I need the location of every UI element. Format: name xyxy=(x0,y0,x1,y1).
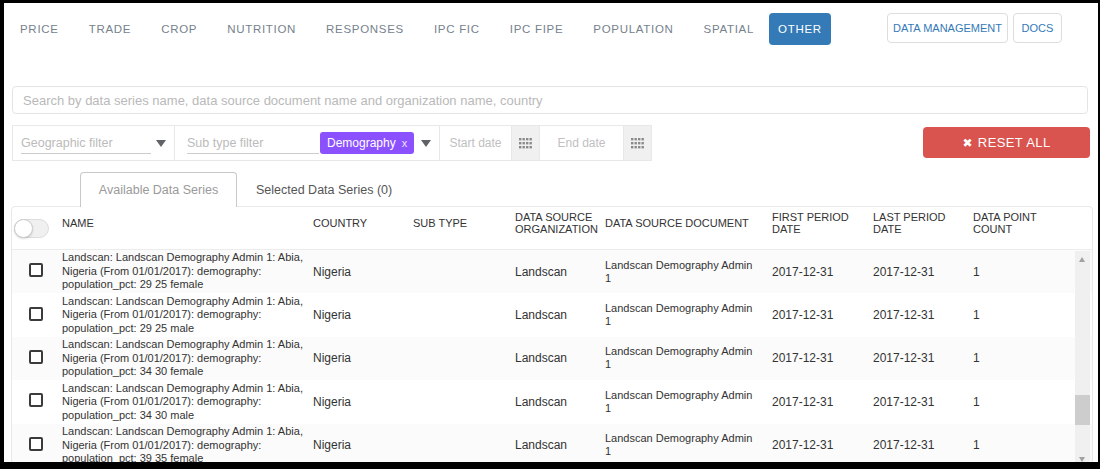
cell-document: Landscan Demography Admin 1 xyxy=(605,389,772,415)
cell-name: Landscan: Landscan Demography Admin 1: A… xyxy=(62,295,313,336)
row-checkbox[interactable] xyxy=(29,393,43,407)
reset-all-button[interactable]: ✖ RESET ALL xyxy=(923,127,1090,158)
cell-organization: Landscan xyxy=(515,265,605,279)
series-tabs: Available Data Series Selected Data Seri… xyxy=(80,172,411,207)
table-row: Landscan: Landscan Demography Admin 1: A… xyxy=(12,293,1092,336)
table-header: NAMECOUNTRYSUB TYPEDATA SOURCE ORGANIZAT… xyxy=(12,207,1092,250)
cell-first-period: 2017-12-31 xyxy=(772,265,873,279)
reset-all-label: RESET ALL xyxy=(978,135,1051,150)
reset-x-icon: ✖ xyxy=(962,136,972,150)
cell-document: Landscan Demography Admin 1 xyxy=(605,345,772,371)
subtype-chip-remove-icon[interactable]: x xyxy=(402,137,408,149)
end-date-calendar-button[interactable] xyxy=(623,126,651,160)
data-series-panel: NAMECOUNTRYSUB TYPEDATA SOURCE ORGANIZAT… xyxy=(11,206,1093,469)
cell-document: Landscan Demography Admin 1 xyxy=(605,432,772,458)
table-row: Landscan: Landscan Demography Admin 1: A… xyxy=(12,337,1092,380)
nav-tab-ipc-fipe[interactable]: IPC FIPE xyxy=(495,13,579,45)
column-header-data-source-organization: DATA SOURCE ORGANIZATION xyxy=(515,211,605,236)
cell-country: Nigeria xyxy=(313,351,413,365)
nav-tab-responses[interactable]: RESPONSES xyxy=(311,13,419,45)
subtype-filter-input[interactable] xyxy=(187,132,319,154)
cell-last-period: 2017-12-31 xyxy=(873,265,973,279)
calendar-icon xyxy=(631,138,644,149)
geographic-filter-dropdown-icon[interactable] xyxy=(156,140,166,147)
row-checkbox[interactable] xyxy=(29,307,43,321)
data-management-button[interactable]: DATA MANAGEMENT xyxy=(887,13,1008,43)
cell-name: Landscan: Landscan Demography Admin 1: A… xyxy=(62,251,313,292)
column-header-data-point-count: DATA POINT COUNT xyxy=(973,211,1051,236)
end-date-placeholder: End date xyxy=(557,136,605,150)
row-checkbox[interactable] xyxy=(29,437,43,451)
cell-last-period: 2017-12-31 xyxy=(873,438,973,452)
cell-name: Landscan: Landscan Demography Admin 1: A… xyxy=(62,425,313,466)
start-date-placeholder: Start date xyxy=(449,136,501,150)
nav-tab-trade[interactable]: TRADE xyxy=(74,13,146,45)
geographic-filter-input[interactable] xyxy=(21,132,151,154)
cell-country: Nigeria xyxy=(313,438,413,452)
calendar-icon xyxy=(519,138,532,149)
cell-first-period: 2017-12-31 xyxy=(772,351,873,365)
nav-tab-population[interactable]: POPULATION xyxy=(578,13,688,45)
subtype-filter-cell: Demography x xyxy=(174,126,439,160)
nav-tab-ipc-fic[interactable]: IPC FIC xyxy=(419,13,495,45)
cell-name: Landscan: Landscan Demography Admin 1: A… xyxy=(62,382,313,423)
column-header-sub-type: SUB TYPE xyxy=(413,217,515,230)
cell-organization: Landscan xyxy=(515,308,605,322)
cell-first-period: 2017-12-31 xyxy=(772,395,873,409)
start-date-calendar-button[interactable] xyxy=(511,126,539,160)
nav-tab-other[interactable]: OTHER xyxy=(769,13,831,45)
nav-tab-crop[interactable]: CROP xyxy=(146,13,212,45)
docs-button[interactable]: DOCS xyxy=(1013,13,1062,43)
cell-document: Landscan Demography Admin 1 xyxy=(605,302,772,328)
geographic-filter-cell xyxy=(13,126,174,160)
cell-first-period: 2017-12-31 xyxy=(772,438,873,452)
toggle-knob xyxy=(14,219,33,238)
cell-name: Landscan: Landscan Demography Admin 1: A… xyxy=(62,338,313,379)
table-row: Landscan: Landscan Demography Admin 1: A… xyxy=(12,424,1092,467)
cell-country: Nigeria xyxy=(313,308,413,322)
scroll-thumb[interactable] xyxy=(1075,395,1090,425)
column-header-data-source-document: DATA SOURCE DOCUMENT xyxy=(605,217,772,230)
column-header-first-period-date: FIRST PERIOD DATE xyxy=(772,211,873,236)
table-row: Landscan: Landscan Demography Admin 1: A… xyxy=(12,380,1092,423)
table-body: Landscan: Landscan Demography Admin 1: A… xyxy=(12,250,1092,467)
subtype-chip-demography[interactable]: Demography x xyxy=(320,132,414,154)
row-checkbox[interactable] xyxy=(29,350,43,364)
search-input[interactable] xyxy=(12,86,1088,114)
nav-tab-nutrition[interactable]: NUTRITION xyxy=(212,13,311,45)
nav-tab-price[interactable]: PRICE xyxy=(5,13,74,45)
cell-document: Landscan Demography Admin 1 xyxy=(605,259,772,285)
cell-organization: Landscan xyxy=(515,351,605,365)
cell-last-period: 2017-12-31 xyxy=(873,395,973,409)
table-row: Landscan: Landscan Demography Admin 1: A… xyxy=(12,250,1092,293)
cell-country: Nigeria xyxy=(313,395,413,409)
select-all-toggle[interactable] xyxy=(14,219,49,238)
subtype-chip-label: Demography xyxy=(327,136,396,150)
column-header-name: NAME xyxy=(62,217,313,230)
subtype-filter-dropdown-icon[interactable] xyxy=(421,140,431,147)
cell-last-period: 2017-12-31 xyxy=(873,308,973,322)
cell-organization: Landscan xyxy=(515,395,605,409)
scroll-up-icon[interactable] xyxy=(1079,257,1085,262)
row-checkbox[interactable] xyxy=(29,263,43,277)
tab-selected-data-series[interactable]: Selected Data Series (0) xyxy=(237,172,411,207)
main-nav-tabs: PRICETRADECROPNUTRITIONRESPONSESIPC FICI… xyxy=(5,13,831,45)
column-header-country: COUNTRY xyxy=(313,217,413,230)
table-scrollbar[interactable] xyxy=(1075,251,1090,468)
cell-last-period: 2017-12-31 xyxy=(873,351,973,365)
cell-first-period: 2017-12-31 xyxy=(772,308,873,322)
nav-tab-spatial[interactable]: SPATIAL xyxy=(689,13,770,45)
cell-organization: Landscan xyxy=(515,438,605,452)
filter-bar: Demography x Start date End date xyxy=(12,125,652,161)
scroll-down-icon[interactable] xyxy=(1079,457,1085,462)
column-header-last-period-date: LAST PERIOD DATE xyxy=(873,211,973,236)
end-date-cell[interactable]: End date xyxy=(539,126,623,160)
tab-available-data-series[interactable]: Available Data Series xyxy=(80,172,237,207)
start-date-cell[interactable]: Start date xyxy=(439,126,511,160)
cell-country: Nigeria xyxy=(313,265,413,279)
